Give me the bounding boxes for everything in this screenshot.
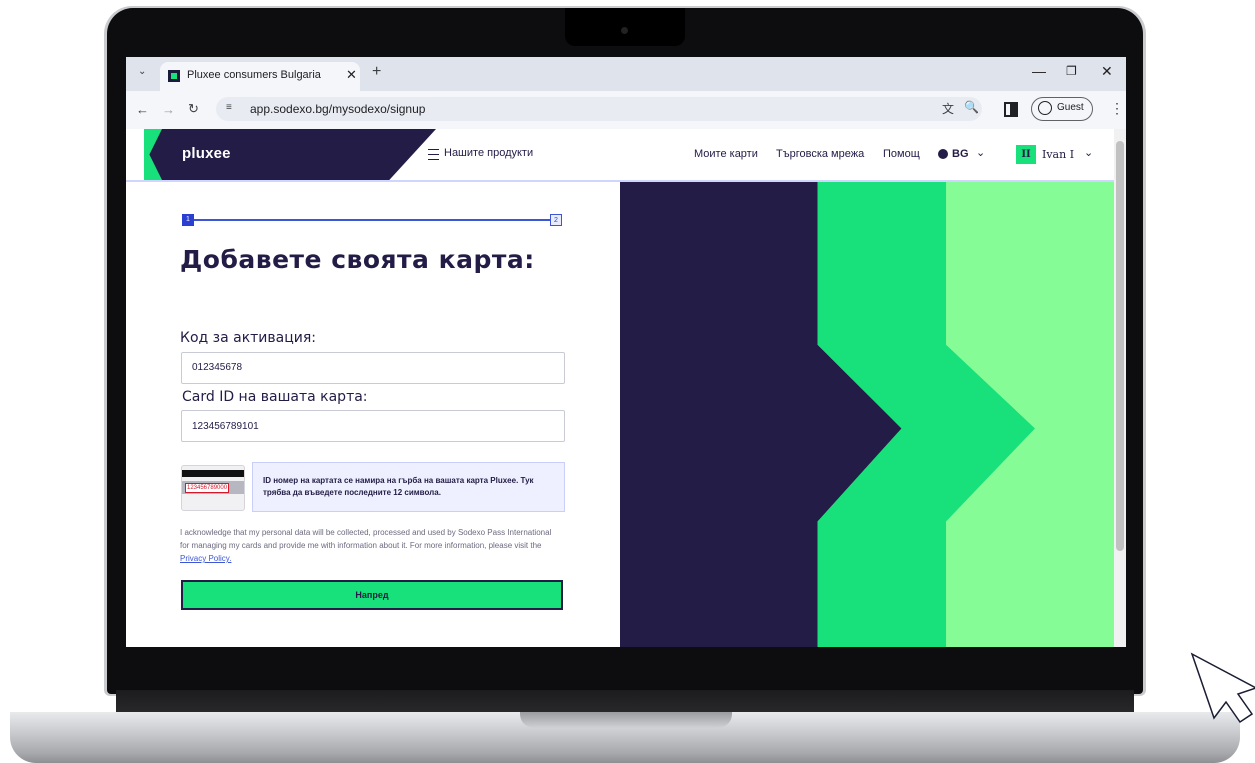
activation-code-label: Код за активация: xyxy=(180,330,316,346)
pluxee-favicon-icon xyxy=(168,70,180,82)
step-1: 1 xyxy=(182,214,194,226)
language-selector[interactable]: BG xyxy=(952,148,969,160)
hamburger-icon[interactable] xyxy=(428,149,439,160)
page-title: Добавете своята карта: xyxy=(180,245,535,274)
activation-code-value: 012345678 xyxy=(192,362,243,373)
stepper-line xyxy=(188,219,556,221)
card-id-label: Card ID на вашата карта: xyxy=(182,389,368,405)
minimize-icon[interactable]: — xyxy=(1032,63,1046,79)
screen: ⌄ Pluxee consumers Bulgaria ✕ + — ❐ ✕ ← … xyxy=(126,57,1126,647)
card-id-input[interactable]: 123456789101 xyxy=(181,410,565,442)
scrollbar-thumb[interactable] xyxy=(1116,141,1124,551)
more-menu-icon[interactable]: ⋮ xyxy=(1110,100,1124,117)
card-back-image: 123456789000 xyxy=(181,465,245,511)
card-id-value: 123456789101 xyxy=(192,421,259,432)
site-header: pluxee Нашите продукти Моите карти Търго… xyxy=(126,129,1114,182)
close-window-icon[interactable]: ✕ xyxy=(1101,63,1113,80)
browser-toolbar: ← → ↻ ≡ app.sodexo.bg/mysodexo/signup 文 … xyxy=(126,91,1126,130)
user-avatar[interactable]: II xyxy=(1016,145,1036,164)
card-id-hint: ID номер на картата се намира на гърба н… xyxy=(252,462,565,512)
tab-search-icon[interactable]: ⌄ xyxy=(138,66,146,77)
next-button[interactable]: Напред xyxy=(181,580,563,610)
chevron-down-icon[interactable]: ⌄ xyxy=(976,146,985,159)
new-tab-icon[interactable]: + xyxy=(372,63,381,81)
activation-code-input[interactable]: 012345678 xyxy=(181,352,565,384)
card-number-highlight: 123456789000 xyxy=(185,483,230,493)
consent-text: I acknowledge that my personal data will… xyxy=(180,526,560,565)
translate-icon[interactable]: 文 xyxy=(942,100,954,117)
step-2: 2 xyxy=(550,214,562,226)
browser-tab-bar: ⌄ Pluxee consumers Bulgaria ✕ + — ❐ ✕ xyxy=(126,57,1126,91)
user-chevron-down-icon[interactable]: ⌄ xyxy=(1084,146,1093,159)
products-menu[interactable]: Нашите продукти xyxy=(444,147,533,159)
guest-profile-icon xyxy=(1038,101,1052,115)
page-scrollbar[interactable] xyxy=(1114,129,1126,647)
restore-icon[interactable]: ❐ xyxy=(1066,64,1077,78)
nav-merchant-network[interactable]: Търговска мрежа xyxy=(776,148,864,160)
laptop-base-notch xyxy=(520,712,732,728)
tab-close-icon[interactable]: ✕ xyxy=(346,67,357,83)
camera-icon xyxy=(621,27,628,34)
profile-button[interactable]: Guest xyxy=(1031,97,1093,121)
zoom-icon[interactable]: 🔍 xyxy=(964,100,979,114)
nav-help[interactable]: Помощ xyxy=(883,148,920,160)
consent-body: I acknowledge that my personal data will… xyxy=(180,528,552,550)
tab-title: Pluxee consumers Bulgaria xyxy=(187,69,321,81)
site-info-icon[interactable]: ≡ xyxy=(226,102,232,113)
side-panel-icon[interactable] xyxy=(1004,102,1018,117)
back-arrow-icon[interactable]: ← xyxy=(136,102,149,117)
page-content: pluxee Нашите продукти Моите карти Търго… xyxy=(126,129,1114,647)
card-magnetic-stripe xyxy=(182,470,244,477)
url-text[interactable]: app.sodexo.bg/mysodexo/signup xyxy=(250,102,425,116)
profile-label: Guest xyxy=(1057,102,1084,113)
signup-form: 1 2 Добавете своята карта: Код за актива… xyxy=(126,182,620,647)
user-name[interactable]: Ivan I xyxy=(1042,148,1074,161)
brand-artwork xyxy=(620,182,1114,647)
globe-icon[interactable] xyxy=(938,149,948,159)
nav-my-cards[interactable]: Моите карти xyxy=(694,148,758,160)
forward-arrow-icon[interactable]: → xyxy=(162,102,175,117)
hint-text: ID номер на картата се намира на гърба н… xyxy=(263,476,534,497)
address-bar[interactable]: ≡ app.sodexo.bg/mysodexo/signup 文 🔍 xyxy=(216,97,982,121)
browser-tab[interactable]: Pluxee consumers Bulgaria ✕ xyxy=(160,62,360,91)
mouse-cursor-icon xyxy=(1190,652,1255,724)
reload-icon[interactable]: ↻ xyxy=(188,101,199,117)
pluxee-logo[interactable]: pluxee xyxy=(182,145,231,162)
privacy-policy-link[interactable]: Privacy Policy. xyxy=(180,554,231,563)
